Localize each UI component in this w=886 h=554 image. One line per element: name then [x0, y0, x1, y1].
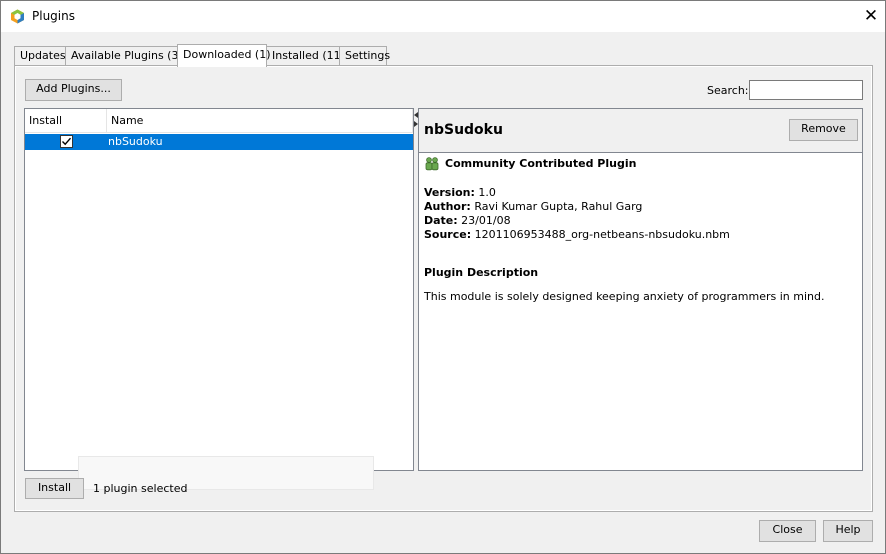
source-line: Source: 1201106953488_org-netbeans-nbsud… — [424, 228, 730, 241]
table-row[interactable]: nbSudoku — [25, 134, 413, 150]
help-button[interactable]: Help — [823, 520, 873, 542]
community-badge-text: Community Contributed Plugin — [445, 157, 637, 170]
description-heading: Plugin Description — [424, 266, 539, 279]
details-header: nbSudoku Remove — [419, 109, 862, 153]
tab-updates[interactable]: Updates — [14, 46, 66, 66]
close-button[interactable]: Close — [759, 520, 816, 542]
search-label: Search: — [707, 84, 749, 97]
community-users-icon — [425, 157, 439, 171]
install-button[interactable]: Install — [25, 478, 84, 499]
column-header-install[interactable]: Install — [25, 109, 107, 133]
search-input[interactable] — [749, 80, 863, 100]
date-line: Date: 23/01/08 — [424, 214, 511, 227]
close-window-icon[interactable]: ✕ — [858, 3, 884, 29]
add-plugins-label: Add Plugins... — [36, 82, 111, 95]
plugin-name-cell: nbSudoku — [108, 135, 163, 148]
column-header-name[interactable]: Name — [107, 109, 413, 133]
title-bar: Plugins ✕ — [1, 1, 885, 32]
tab-downloaded[interactable]: Downloaded (1) — [177, 44, 271, 67]
date-value: 23/01/08 — [461, 214, 511, 227]
checkmark-icon — [62, 137, 72, 146]
author-label: Author: — [424, 200, 471, 213]
source-value: 1201106953488_org-netbeans-nbsudoku.nbm — [474, 228, 730, 241]
remove-label: Remove — [801, 122, 846, 135]
author-line: Author: Ravi Kumar Gupta, Rahul Garg — [424, 200, 642, 213]
add-plugins-button[interactable]: Add Plugins... — [25, 79, 122, 101]
version-line: Version: 1.0 — [424, 186, 496, 199]
plugin-list: Install Name nbSudoku — [24, 108, 414, 471]
window-title: Plugins — [32, 9, 75, 23]
description-text: This module is solely designed keeping a… — [424, 290, 825, 303]
version-label: Version: — [424, 186, 475, 199]
tab-available-plugins[interactable]: Available Plugins (32) — [65, 46, 190, 66]
version-value: 1.0 — [478, 186, 496, 199]
install-label: Install — [37, 481, 72, 494]
close-label: Close — [772, 523, 803, 536]
help-label: Help — [835, 523, 861, 536]
author-value: Ravi Kumar Gupta, Rahul Garg — [474, 200, 643, 213]
install-checkbox[interactable] — [60, 135, 73, 148]
plugin-title: nbSudoku — [424, 122, 503, 138]
date-label: Date: — [424, 214, 458, 227]
selection-status: 1 plugin selected — [93, 482, 188, 495]
plugins-dialog: Plugins ✕ Updates Available Plugins (32)… — [0, 0, 886, 554]
source-label: Source: — [424, 228, 472, 241]
remove-button[interactable]: Remove — [789, 119, 858, 141]
tab-installed[interactable]: Installed (11) — [266, 46, 345, 66]
tab-settings[interactable]: Settings — [339, 46, 390, 66]
netbeans-app-icon — [11, 9, 24, 24]
plugin-details-panel: nbSudoku Remove Community Contributed Pl… — [418, 108, 863, 471]
